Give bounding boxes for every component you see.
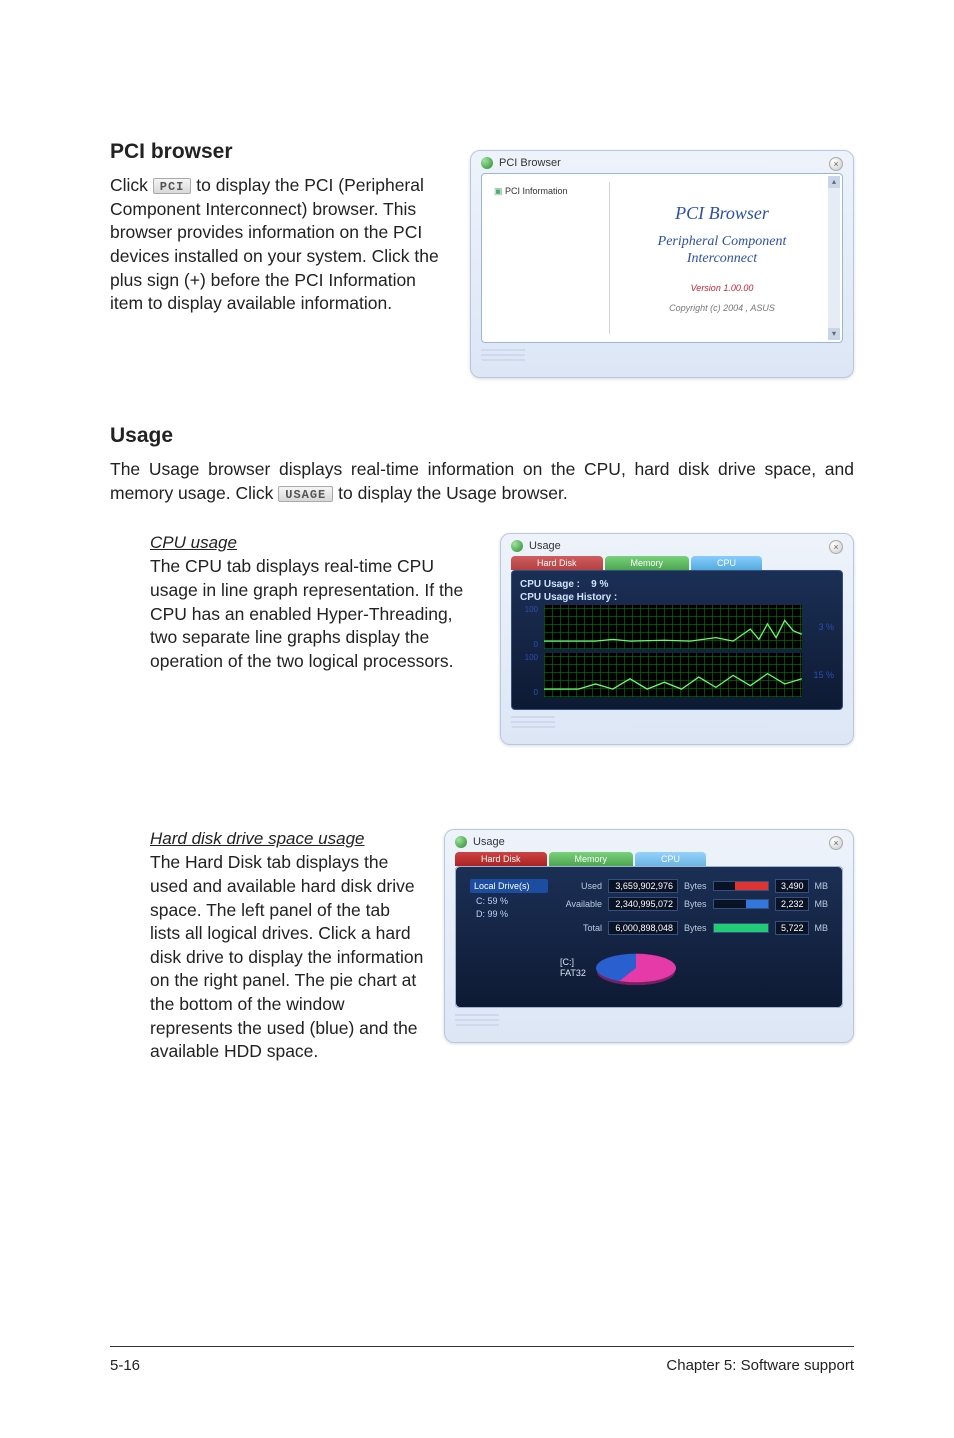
hdd-avail-label: Available <box>560 899 602 909</box>
window-grip-icon <box>455 1014 499 1028</box>
pci-body: Click PCI to display the PCI (Peripheral… <box>110 174 450 316</box>
hdd-used-mb: 3,490 <box>775 879 809 893</box>
tab-cpu[interactable]: CPU <box>691 556 762 570</box>
globe-icon <box>455 836 467 848</box>
tab-hard-disk[interactable]: Hard Disk <box>455 852 547 866</box>
globe-icon <box>511 540 523 552</box>
pci-body-post: to display the PCI (Peripheral Component… <box>110 175 439 313</box>
pci-version: Version 1.00.00 <box>691 283 754 293</box>
hdd-total-bytes-unit: Bytes <box>684 923 707 933</box>
hdd-total-label: Total <box>560 923 602 933</box>
hdd-fs-label: FAT32 <box>560 968 586 980</box>
hdd-used-label: Used <box>560 881 602 891</box>
hdd-row-total: Total 6,000,898,048 Bytes 5,722 MB <box>560 921 828 935</box>
hdd-drive-list: Local Drive(s) C: 59 % D: 99 % <box>466 875 552 997</box>
hdd-used-bytes: 3,659,902,976 <box>608 879 678 893</box>
hdd-row-used: Used 3,659,902,976 Bytes 3,490 MB <box>560 879 828 893</box>
pci-heading: PCI Browser <box>675 203 769 224</box>
tab-hard-disk[interactable]: Hard Disk <box>511 556 603 570</box>
tab-cpu[interactable]: CPU <box>635 852 706 866</box>
usage-body: The Usage browser displays real-time inf… <box>110 458 854 505</box>
pci-tree[interactable]: PCI Information <box>490 182 610 334</box>
cpu-graph-1 <box>544 605 802 649</box>
close-icon[interactable]: × <box>829 157 843 171</box>
hdd-total-bar <box>713 923 769 933</box>
page-footer: 5-16 Chapter 5: Software support <box>110 1346 854 1374</box>
usage-section-title: Usage <box>110 424 854 448</box>
hdd-pie-chart-icon <box>596 954 676 983</box>
pci-content-pane: PCI Browser Peripheral ComponentIntercon… <box>610 182 834 334</box>
pci-body-pre: Click <box>110 175 153 195</box>
pci-inline-button-icon: PCI <box>153 178 192 194</box>
globe-icon <box>481 157 493 169</box>
hdd-total-bytes: 6,000,898,048 <box>608 921 678 935</box>
cpu-graph-2 <box>544 653 802 697</box>
pci-browser-window: PCI Browser × PCI Information PCI Browse… <box>470 150 854 378</box>
hdd-used-mb-unit: MB <box>815 881 829 891</box>
cpu-usage-value: 9 % <box>591 579 608 590</box>
hdd-drive-label: [C:] <box>560 957 586 969</box>
tab-memory[interactable]: Memory <box>549 852 634 866</box>
window-grip-icon <box>481 349 525 363</box>
usage-body-post: to display the Usage browser. <box>338 483 568 503</box>
cpu-body: The CPU tab displays real-time CPU usage… <box>150 555 480 673</box>
page-number: 5-16 <box>110 1357 140 1374</box>
tab-memory[interactable]: Memory <box>605 556 690 570</box>
usage-hdd-window: Usage × Hard Disk Memory CPU Local Drive… <box>444 829 854 1043</box>
cpu-y-top-2: 100 <box>520 653 538 662</box>
usage-inline-button-icon: USAGE <box>278 486 333 502</box>
pci-tree-root[interactable]: PCI Information <box>494 186 605 197</box>
chapter-label: Chapter 5: Software support <box>666 1357 854 1374</box>
hdd-used-bar <box>713 881 769 891</box>
pci-section-title: PCI browser <box>110 140 450 164</box>
cpu-y-bot: 0 <box>520 640 538 649</box>
scroll-up-icon[interactable]: ▴ <box>828 176 840 188</box>
hdd-row-available: Available 2,340,995,072 Bytes 2,232 MB <box>560 897 828 911</box>
cpu-pct-2: 15 % <box>808 670 834 680</box>
usage-hdd-window-title: Usage <box>473 836 505 848</box>
cpu-subhead: CPU usage <box>150 533 480 553</box>
hdd-drive-c[interactable]: C: 59 % <box>470 895 548 908</box>
cpu-history-label: CPU Usage History : <box>520 592 834 603</box>
hdd-subhead: Hard disk drive space usage <box>150 829 424 849</box>
hdd-avail-bar <box>713 899 769 909</box>
pci-copyright: Copyright (c) 2004 , ASUS <box>669 303 775 313</box>
hdd-body: The Hard Disk tab displays the used and … <box>150 851 424 1064</box>
hdd-drive-list-header: Local Drive(s) <box>470 879 548 893</box>
usage-cpu-window: Usage × Hard Disk Memory CPU CPU Usage :… <box>500 533 854 745</box>
window-grip-icon <box>511 716 555 730</box>
hdd-avail-bytes-unit: Bytes <box>684 899 707 909</box>
hdd-avail-mb: 2,232 <box>775 897 809 911</box>
cpu-y-top: 100 <box>520 605 538 614</box>
pci-window-title: PCI Browser <box>499 157 561 169</box>
hdd-drive-d[interactable]: D: 99 % <box>470 908 548 921</box>
scroll-down-icon[interactable]: ▾ <box>828 328 840 340</box>
hdd-total-mb: 5,722 <box>775 921 809 935</box>
pci-subheading: Peripheral ComponentInterconnect <box>658 234 787 268</box>
hdd-avail-bytes: 2,340,995,072 <box>608 897 678 911</box>
cpu-pct-1: 3 % <box>808 622 834 632</box>
hdd-used-bytes-unit: Bytes <box>684 881 707 891</box>
hdd-avail-mb-unit: MB <box>815 899 829 909</box>
scrollbar[interactable]: ▴ ▾ <box>828 176 840 340</box>
hdd-total-mb-unit: MB <box>815 923 829 933</box>
hdd-pie-labels: [C:] FAT32 <box>560 957 586 980</box>
cpu-usage-label: CPU Usage : <box>520 579 580 590</box>
cpu-y-bot-2: 0 <box>520 688 538 697</box>
usage-cpu-window-title: Usage <box>529 540 561 552</box>
